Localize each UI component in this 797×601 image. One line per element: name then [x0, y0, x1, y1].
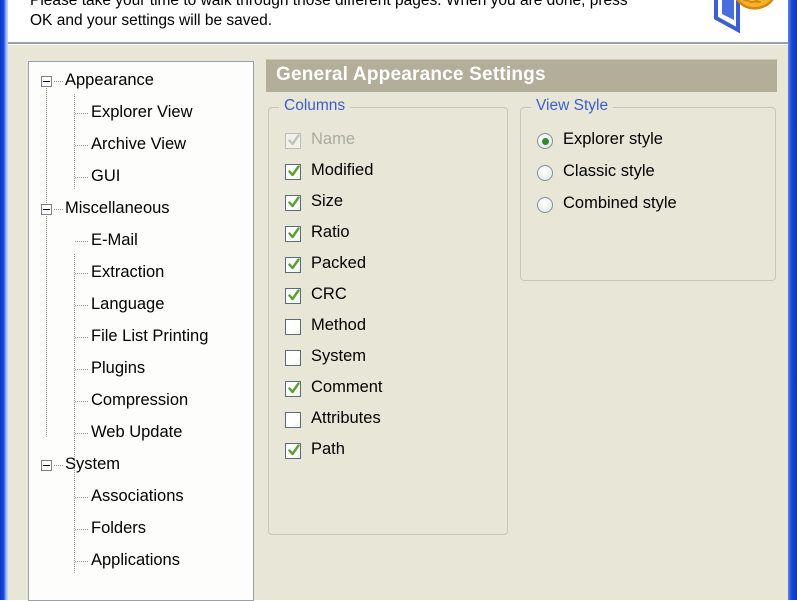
page-title: General Appearance Settings [276, 64, 546, 86]
tree-item-label: Miscellaneous [65, 199, 170, 218]
tree-item-explorer-view[interactable]: Explorer View [29, 98, 253, 130]
checkbox-path[interactable] [285, 443, 301, 459]
tree-item-label: Plugins [91, 359, 145, 378]
checkbox-label: Comment [311, 378, 383, 397]
tree-item-email[interactable]: E-Mail [29, 226, 253, 258]
tree-item-language[interactable]: Language [29, 290, 253, 322]
view-style-group-box: View Style Explorer style Classic style … [520, 107, 776, 281]
section-header-bar: General Appearance Settings [266, 59, 777, 92]
tree-item-label: Associations [91, 487, 184, 506]
checkbox-label: Size [311, 192, 343, 211]
tree-item-web-update[interactable]: Web Update [29, 418, 253, 450]
view-style-group-title: View Style [531, 97, 613, 115]
tree-connector [54, 465, 63, 466]
tree-item-label: Language [91, 295, 164, 314]
tree-item-label: Folders [91, 519, 146, 538]
checkbox-label: Path [311, 440, 345, 459]
tree-connector [75, 305, 89, 306]
tree-item-label: Extraction [91, 263, 164, 282]
intro-text: Please take your time to walk through th… [30, 0, 670, 31]
tree-item-label: Compression [91, 391, 188, 410]
tree-connector [75, 433, 89, 434]
radio-label: Combined style [563, 194, 677, 213]
checkbox-packed[interactable] [285, 257, 301, 273]
tree-connector [54, 81, 63, 82]
application-window: Please take your time to walk through th… [0, 0, 797, 600]
tree-item-archive-view[interactable]: Archive View [29, 130, 253, 162]
checkbox-label: CRC [311, 285, 347, 304]
radio-label: Explorer style [563, 130, 663, 149]
tree-item-applications[interactable]: Applications [29, 546, 253, 578]
wizard-hand-icon [706, 0, 780, 38]
radio-explorer-style[interactable] [537, 133, 553, 149]
tree-connector [75, 241, 89, 242]
tree-connector [75, 273, 89, 274]
tree-connector [75, 401, 89, 402]
window-border-left [0, 0, 8, 600]
columns-group-title: Columns [279, 97, 350, 115]
tree-connector [75, 529, 89, 530]
tree-item-file-list-printing[interactable]: File List Printing [29, 322, 253, 354]
tree-item-label: Explorer View [91, 103, 193, 122]
window-border-right [788, 0, 797, 600]
settings-content-pane: General Appearance Settings Columns Name… [266, 59, 776, 599]
tree-item-associations[interactable]: Associations [29, 482, 253, 514]
dialog-body: Appearance Explorer View Archive View GU… [8, 44, 788, 600]
tree-connector [75, 497, 89, 498]
expander-collapse-icon[interactable] [41, 204, 52, 215]
tree-item-label: Applications [91, 551, 180, 570]
tree-item-label: File List Printing [91, 327, 208, 346]
expander-collapse-icon[interactable] [41, 460, 52, 471]
tree-item-plugins[interactable]: Plugins [29, 354, 253, 386]
tree-item-label: System [65, 455, 120, 474]
tree-item-compression[interactable]: Compression [29, 386, 253, 418]
checkbox-crc[interactable] [285, 288, 301, 304]
tree-connector [75, 145, 89, 146]
checkbox-system[interactable] [285, 350, 301, 366]
tree-connector [75, 561, 89, 562]
checkbox-comment[interactable] [285, 381, 301, 397]
tree-item-folders[interactable]: Folders [29, 514, 253, 546]
tree-item-appearance[interactable]: Appearance [29, 66, 253, 98]
radio-selected-dot [542, 138, 549, 145]
columns-group-box: Columns Name Modified [268, 107, 508, 535]
tree-item-label: Archive View [91, 135, 186, 154]
tree-item-system[interactable]: System [29, 450, 253, 482]
tree-item-label: Web Update [91, 423, 182, 442]
checkbox-label: Modified [311, 161, 373, 180]
checkbox-label: Name [311, 130, 355, 149]
checkbox-method[interactable] [285, 319, 301, 335]
radio-label: Classic style [563, 162, 655, 181]
settings-tree[interactable]: Appearance Explorer View Archive View GU… [28, 61, 254, 601]
radio-classic-style[interactable] [537, 165, 553, 181]
tree-connector [75, 337, 89, 338]
expander-collapse-icon[interactable] [41, 76, 52, 87]
checkbox-label: System [311, 347, 366, 366]
checkbox-label: Ratio [311, 223, 350, 242]
tree-connector [75, 177, 89, 178]
tree-item-extraction[interactable]: Extraction [29, 258, 253, 290]
dialog-header: Please take your time to walk through th… [8, 0, 788, 42]
checkbox-size[interactable] [285, 195, 301, 211]
checkbox-label: Packed [311, 254, 366, 273]
checkbox-modified[interactable] [285, 164, 301, 180]
tree-item-miscellaneous[interactable]: Miscellaneous [29, 194, 253, 226]
tree-connector [75, 369, 89, 370]
radio-combined-style[interactable] [537, 197, 553, 213]
tree-connector [75, 113, 89, 114]
tree-item-gui[interactable]: GUI [29, 162, 253, 194]
checkbox-label: Method [311, 316, 366, 335]
tree-item-label: GUI [91, 167, 120, 186]
tree-item-label: E-Mail [91, 231, 138, 250]
checkbox-attributes[interactable] [285, 412, 301, 428]
tree-item-label: Appearance [65, 71, 154, 90]
checkbox-ratio[interactable] [285, 226, 301, 242]
checkbox-label: Attributes [311, 409, 381, 428]
tree-connector [54, 209, 63, 210]
checkbox-name[interactable] [285, 133, 301, 149]
